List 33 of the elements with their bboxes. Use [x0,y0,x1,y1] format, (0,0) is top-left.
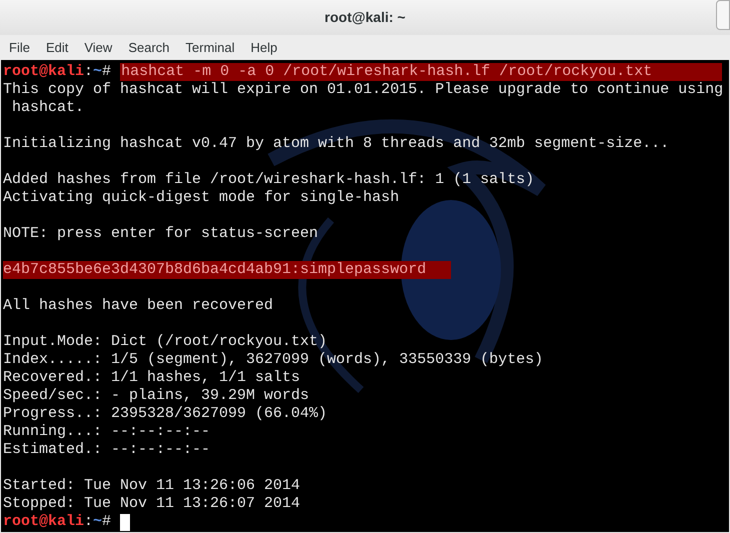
output-line: Progress..: 2395328/3627099 (66.04%) [3,405,328,423]
menu-item[interactable]: Search [128,38,170,58]
menu-item[interactable]: Help [250,38,278,58]
output-line: Running...: --:--:--:-- [3,423,210,441]
output-line: This copy of hashcat will expire on 01.01.2015. Please upgrade to continue using [3,81,724,99]
output-line: Started: Tue Nov 11 13:26:06 2014 [3,477,300,495]
menu-item[interactable]: Terminal [186,38,235,58]
prompt-separator: : [84,63,94,81]
output-line: hashcat. [11,99,84,117]
output-line: Index.....: 1/5 (segment), 3627099 (words), 33550339 (bytes) [3,351,544,369]
prompt-separator: : [84,513,94,531]
output-line: Recovered.: 1/1 hashes, 1/1 salts [3,369,300,387]
prompt-symbol: # [102,513,112,531]
prompt-symbol: # [102,63,112,81]
command-text: hashcat -m 0 -a 0 /root/wireshark-hash.lf /root/rockyou.txt [120,63,722,81]
menu-item[interactable]: File [9,38,30,58]
output-line: Estimated.: --:--:--:-- [3,441,210,459]
output-line: Input.Mode: Dict (/root/rockyou.txt) [3,333,328,351]
prompt-path: ~ [93,513,102,531]
window-title: root@kali: ~ [324,8,406,27]
prompt-path: ~ [93,63,102,81]
output-line: Stopped: Tue Nov 11 13:26:07 2014 [3,495,300,513]
scroll-button[interactable] [716,0,730,30]
output-line: Speed/sec.: - plains, 39.29M words [3,387,310,405]
menu-item[interactable]: View [84,38,112,58]
output-line: Activating quick-digest mode for single-hash [3,189,400,207]
output-line: All hashes have been recovered [3,297,274,315]
prompt-user: root@kali [3,513,84,531]
output-line: Added hashes from file /root/wireshark-hash.lf: 1 (1 salts) [3,171,534,189]
output-line: NOTE: press enter for status-screen [3,225,318,243]
output-line: Initializing hashcat v0.47 by atom with 8 threads and 32mb segment-size... [3,135,670,153]
menu-item[interactable]: Edit [46,38,68,58]
prompt-user: root@kali [3,63,84,81]
